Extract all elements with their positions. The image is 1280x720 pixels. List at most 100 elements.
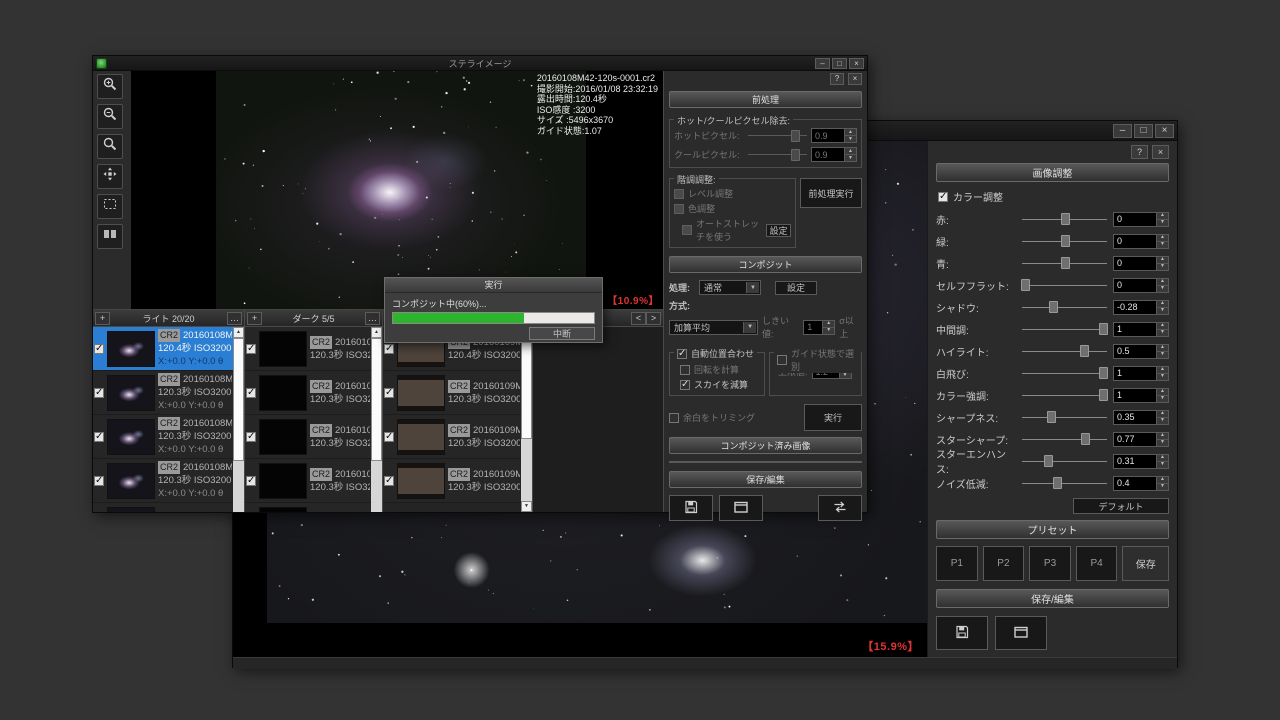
zoom-in-button[interactable]: [97, 74, 123, 99]
hot-pixel-slider[interactable]: [748, 129, 807, 143]
value-spinbox[interactable]: 0.31▲▼: [1113, 454, 1169, 469]
vertical-scrollbar[interactable]: ▲▼: [521, 327, 532, 512]
spinner-arrows[interactable]: ▲▼: [1157, 234, 1169, 249]
slider-thumb[interactable]: [1099, 389, 1108, 401]
hot-pixel-spinbox[interactable]: 0.9 ▲▼: [811, 128, 857, 143]
value-spinbox[interactable]: 0▲▼: [1113, 212, 1169, 227]
frame-row[interactable]: CR220160108M120.3秒 ISO3200X:+0.0 Y:+0.0 …: [93, 459, 233, 503]
value-spinbox[interactable]: -0.28▲▼: [1113, 300, 1169, 315]
threshold-spinbox[interactable]: 1 ▲▼: [803, 320, 835, 335]
auto-align-checkbox[interactable]: [677, 349, 687, 359]
spinner-arrows[interactable]: ▲▼: [1157, 256, 1169, 271]
frame-row[interactable]: CR220160109M120.3秒 ISO3200: [245, 415, 371, 459]
value-spinbox[interactable]: 0.35▲▼: [1113, 410, 1169, 425]
frame-row[interactable]: CR220160108M120.4秒 ISO3200X:+0.0 Y:+0.0 …: [93, 327, 233, 371]
add-frames-button[interactable]: +: [95, 312, 110, 325]
slider[interactable]: [1022, 300, 1107, 314]
scrollbar-track[interactable]: [233, 338, 244, 512]
close-button[interactable]: ×: [1155, 124, 1174, 138]
spin-down-icon[interactable]: ▼: [1157, 263, 1168, 270]
spinner-arrows[interactable]: ▲▼: [1157, 344, 1169, 359]
scrollbar-thumb[interactable]: [233, 338, 244, 461]
value-spinbox[interactable]: 1▲▼: [1113, 388, 1169, 403]
scrollbar-track[interactable]: [521, 338, 532, 501]
preset-button-p3[interactable]: P3: [1029, 546, 1071, 581]
slider[interactable]: [1022, 476, 1107, 490]
spinner-arrows[interactable]: ▲▼: [1157, 432, 1169, 447]
spinner-arrows[interactable]: ▲▼: [1157, 300, 1169, 315]
slider-thumb[interactable]: [1021, 279, 1030, 291]
fit-window-button[interactable]: [97, 164, 123, 189]
slider[interactable]: [1022, 322, 1107, 336]
scrollbar-track[interactable]: [371, 338, 382, 512]
vertical-scrollbar[interactable]: ▲▼: [371, 327, 382, 512]
stretch-settings-button[interactable]: 設定: [766, 224, 791, 237]
spin-down-icon[interactable]: ▼: [1157, 351, 1168, 358]
preset-button-p2[interactable]: P2: [983, 546, 1025, 581]
pane-menu-button[interactable]: …: [365, 312, 380, 325]
frame-row[interactable]: CR220160108M: [93, 503, 233, 512]
slider-thumb[interactable]: [1080, 345, 1089, 357]
spin-down-icon[interactable]: ▼: [1157, 439, 1168, 446]
value-spinbox[interactable]: 0.77▲▼: [1113, 432, 1169, 447]
pane-menu-button[interactable]: …: [227, 312, 242, 325]
frame-checkbox[interactable]: [384, 476, 394, 486]
frame-checkbox[interactable]: [246, 344, 256, 354]
maximize-button[interactable]: □: [832, 58, 847, 69]
new-window-button[interactable]: [995, 616, 1047, 650]
new-window-button[interactable]: [719, 495, 763, 521]
spin-down-icon[interactable]: ▼: [1157, 219, 1168, 226]
cool-pixel-spinbox[interactable]: 0.9 ▲▼: [811, 147, 857, 162]
value-spinbox[interactable]: 0.4▲▼: [1113, 476, 1169, 491]
minimize-button[interactable]: –: [1113, 124, 1132, 138]
value-spinbox[interactable]: 0.5▲▼: [1113, 344, 1169, 359]
maximize-button[interactable]: □: [1134, 124, 1153, 138]
zoom-actual-button[interactable]: [97, 134, 123, 159]
spinner-arrows[interactable]: ▲▼: [1157, 278, 1169, 293]
slider[interactable]: [1022, 454, 1107, 468]
slider[interactable]: [1022, 278, 1107, 292]
spinner-arrows[interactable]: ▲▼: [1157, 322, 1169, 337]
minimize-button[interactable]: –: [815, 58, 830, 69]
spin-down-icon[interactable]: ▼: [1157, 241, 1168, 248]
transfer-button[interactable]: [818, 495, 862, 521]
frame-checkbox[interactable]: [94, 432, 104, 442]
spin-down-icon[interactable]: ▼: [1157, 483, 1168, 490]
close-button[interactable]: ×: [849, 58, 864, 69]
preset-save-button[interactable]: 保存: [1122, 546, 1169, 581]
split-view-button[interactable]: [97, 224, 123, 249]
slider-thumb[interactable]: [1053, 477, 1062, 489]
slider[interactable]: [1022, 410, 1107, 424]
level-adjust-checkbox[interactable]: [674, 189, 684, 199]
frame-row[interactable]: CR220160109M42120.3秒 ISO3200 54: [383, 459, 521, 503]
frame-row[interactable]: CR220160109M42120.3秒 ISO3200 54: [383, 415, 521, 459]
cool-pixel-slider[interactable]: [748, 148, 807, 162]
prev-button[interactable]: <: [631, 312, 646, 325]
slider-thumb[interactable]: [1099, 367, 1108, 379]
vertical-scrollbar[interactable]: ▲▼: [233, 327, 244, 512]
value-spinbox[interactable]: 1▲▼: [1113, 366, 1169, 381]
guide-select-checkbox[interactable]: [777, 355, 787, 365]
slider[interactable]: [1022, 256, 1107, 270]
default-button[interactable]: デフォルト: [1073, 498, 1169, 514]
sky-subtract-checkbox[interactable]: [680, 380, 690, 390]
cancel-button[interactable]: 中断: [529, 327, 595, 340]
method-dropdown[interactable]: 加算平均: [669, 320, 758, 335]
spinner-arrows[interactable]: ▲▼: [1157, 366, 1169, 381]
frame-checkbox[interactable]: [94, 344, 104, 354]
spin-down-icon[interactable]: ▼: [1157, 461, 1168, 468]
frame-checkbox[interactable]: [384, 344, 394, 354]
slider-thumb[interactable]: [1081, 433, 1090, 445]
scrollbar-thumb[interactable]: [371, 338, 382, 461]
save-button[interactable]: [936, 616, 988, 650]
panel-close-button[interactable]: ×: [848, 73, 862, 85]
rotation-checkbox[interactable]: [680, 365, 690, 375]
slider[interactable]: [1022, 344, 1107, 358]
spinner-arrows[interactable]: ▲▼: [1157, 212, 1169, 227]
spin-down-icon[interactable]: ▼: [1157, 373, 1168, 380]
slider-thumb[interactable]: [1061, 213, 1070, 225]
spinner-arrows[interactable]: ▲▼: [1157, 410, 1169, 425]
trim-checkbox[interactable]: [669, 413, 679, 423]
zoom-out-button[interactable]: [97, 104, 123, 129]
help-button[interactable]: ?: [830, 73, 844, 85]
